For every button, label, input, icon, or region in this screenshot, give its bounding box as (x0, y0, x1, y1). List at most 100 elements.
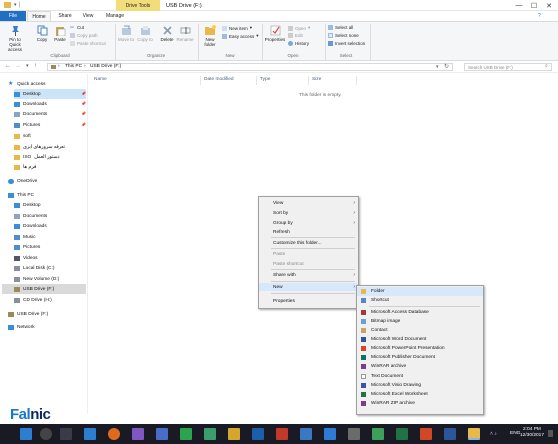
tab-view[interactable]: View (80, 11, 96, 21)
nav-item-documents[interactable]: Documents (14, 109, 47, 119)
column-header-date-modified[interactable]: Date modified (204, 77, 234, 82)
nav-pc-local-disk-c[interactable]: Local Disk (C:) (14, 263, 54, 273)
nav-pc-usb-drive-f[interactable]: USB Drive (F:) (2, 284, 86, 294)
help-icon[interactable]: ? (538, 13, 541, 19)
nav-item-iso[interactable]: ISO دستور العمل (14, 152, 60, 162)
app-icon[interactable] (228, 428, 240, 440)
nav-item-desktop[interactable]: Desktop (14, 89, 86, 99)
task-view-icon[interactable] (60, 428, 72, 440)
tab-file[interactable]: File (0, 11, 26, 21)
pin-to-quick-access-button[interactable]: Pin to Quick access (3, 25, 27, 52)
language-indicator[interactable]: ENG (510, 431, 520, 436)
nav-pc-videos[interactable]: Videos (14, 253, 38, 263)
start-icon[interactable] (20, 428, 32, 440)
copy-to-button[interactable]: Copy to (137, 25, 153, 42)
menu-item-share-with[interactable]: Share with › (259, 271, 358, 279)
notification-icon[interactable] (548, 430, 553, 437)
tab-share[interactable]: Share (56, 11, 74, 21)
close-button[interactable]: ✕ (542, 1, 556, 10)
up-arrow-icon[interactable]: ↑ (34, 63, 37, 69)
minimize-button[interactable]: — (512, 1, 526, 10)
paste-button[interactable]: Paste (53, 25, 67, 42)
breadcrumb-this-pc[interactable]: This PC (65, 64, 82, 69)
new-item-button[interactable]: New item ▾ (222, 25, 252, 31)
submenu-item-access-database[interactable]: Microsoft Access Database (357, 308, 483, 317)
cut-button[interactable]: ✂ Cut (70, 25, 84, 31)
app-icon[interactable] (204, 428, 216, 440)
submenu-item-winrar-archive[interactable]: WinRAR archive (357, 362, 483, 371)
maximize-button[interactable]: ☐ (527, 1, 541, 10)
drive-tools-tab[interactable]: Drive Tools (116, 0, 160, 11)
nav-item-pictures[interactable]: Pictures (14, 120, 40, 130)
copy-path-button[interactable]: Copy path (70, 33, 98, 38)
back-arrow-icon[interactable]: ← (5, 63, 11, 69)
nav-quick-access[interactable]: ★ Quick access (8, 79, 46, 89)
menu-item-group-by[interactable]: Group by › (259, 219, 358, 227)
select-all-button[interactable]: Select all (328, 25, 353, 30)
app-icon[interactable] (300, 428, 312, 440)
app-icon[interactable] (372, 428, 384, 440)
clock[interactable]: 2:04 PM 12/30/2017 (520, 427, 544, 439)
open-button[interactable]: Open ▾ (288, 25, 310, 31)
menu-item-properties[interactable]: Properties (259, 297, 358, 305)
nav-item-folder[interactable]: تعرفه سرورهای ابری (14, 142, 65, 152)
invert-selection-button[interactable]: Invert selection (328, 41, 365, 46)
chevron-down-icon[interactable]: ▾ (436, 64, 439, 70)
menu-item-new[interactable]: New › (259, 283, 358, 291)
recent-locations-icon[interactable]: ▾ (26, 63, 29, 69)
nav-pc-downloads[interactable]: Downloads (14, 221, 47, 231)
app-icon[interactable] (276, 428, 288, 440)
app-icon[interactable] (420, 428, 432, 440)
breadcrumb-usb-drive[interactable]: USB Drive (F:) (90, 64, 121, 69)
submenu-item-winrar-zip[interactable]: WinRAR ZIP archive (357, 399, 483, 408)
column-header-type[interactable]: Type (260, 77, 270, 82)
menu-item-view[interactable]: View › (259, 199, 358, 207)
column-header-size[interactable]: Size (312, 77, 321, 82)
paste-shortcut-button[interactable]: Paste shortcut (70, 41, 106, 46)
submenu-item-folder[interactable]: Folder (357, 287, 483, 296)
edge-icon[interactable] (84, 428, 96, 440)
copy-button[interactable]: Copy (35, 25, 49, 42)
submenu-item-bitmap-image[interactable]: Bitmap image (357, 317, 483, 326)
nav-pc-documents[interactable]: Documents (14, 211, 47, 221)
rename-button[interactable]: Rename (176, 25, 194, 42)
select-none-button[interactable]: Select none (328, 33, 359, 38)
menu-item-sort-by[interactable]: Sort by › (259, 209, 358, 217)
app-icon[interactable] (324, 428, 336, 440)
submenu-item-excel-worksheet[interactable]: Microsoft Excel Worksheet (357, 390, 483, 399)
submenu-item-text-document[interactable]: Text Document (357, 372, 483, 381)
menu-item-paste[interactable]: Paste (259, 250, 358, 258)
app-icon[interactable] (348, 428, 360, 440)
edit-button[interactable]: Edit (288, 33, 303, 38)
menu-item-refresh[interactable]: Refresh (259, 228, 358, 236)
app-icon[interactable] (444, 428, 456, 440)
nav-onedrive[interactable]: OneDrive (8, 176, 37, 186)
nav-item-downloads[interactable]: Downloads (14, 99, 47, 109)
nav-this-pc[interactable]: This PC (8, 190, 34, 200)
nav-item-soft[interactable]: soft (14, 131, 31, 141)
address-field[interactable]: › This PC › USB Drive (F:) ▾ ↻ (47, 63, 453, 71)
submenu-item-shortcut[interactable]: Shortcut (357, 296, 483, 305)
app-icon[interactable] (180, 428, 192, 440)
app-icon[interactable] (252, 428, 264, 440)
delete-button[interactable]: Delete (158, 25, 176, 42)
nav-usb-drive[interactable]: USB Drive (F:) (8, 309, 48, 319)
search-input[interactable]: Search USB Drive (F:) (464, 63, 552, 71)
app-icon[interactable] (396, 428, 408, 440)
app-icon[interactable] (156, 428, 168, 440)
menu-item-paste-shortcut[interactable]: Paste shortcut (259, 260, 358, 268)
quick-access-toolbar-icon[interactable]: ▾ │ (14, 2, 21, 8)
new-folder-button[interactable]: New folder (201, 25, 219, 47)
refresh-icon[interactable]: ↻ (444, 63, 449, 70)
search-taskbar-icon[interactable] (40, 428, 52, 440)
tray-icons[interactable]: ˄ ♪ (490, 431, 497, 437)
submenu-item-word-document[interactable]: Microsoft Word Document (357, 335, 483, 344)
move-to-button[interactable]: Move to (118, 25, 134, 42)
visual-studio-icon[interactable] (132, 428, 144, 440)
nav-pc-pictures[interactable]: Pictures (14, 242, 40, 252)
tab-home[interactable]: Home (27, 11, 51, 21)
submenu-item-contact[interactable]: Contact (357, 326, 483, 335)
history-button[interactable]: History (288, 41, 309, 46)
firefox-icon[interactable] (108, 428, 120, 440)
tab-manage[interactable]: Manage (103, 11, 127, 21)
